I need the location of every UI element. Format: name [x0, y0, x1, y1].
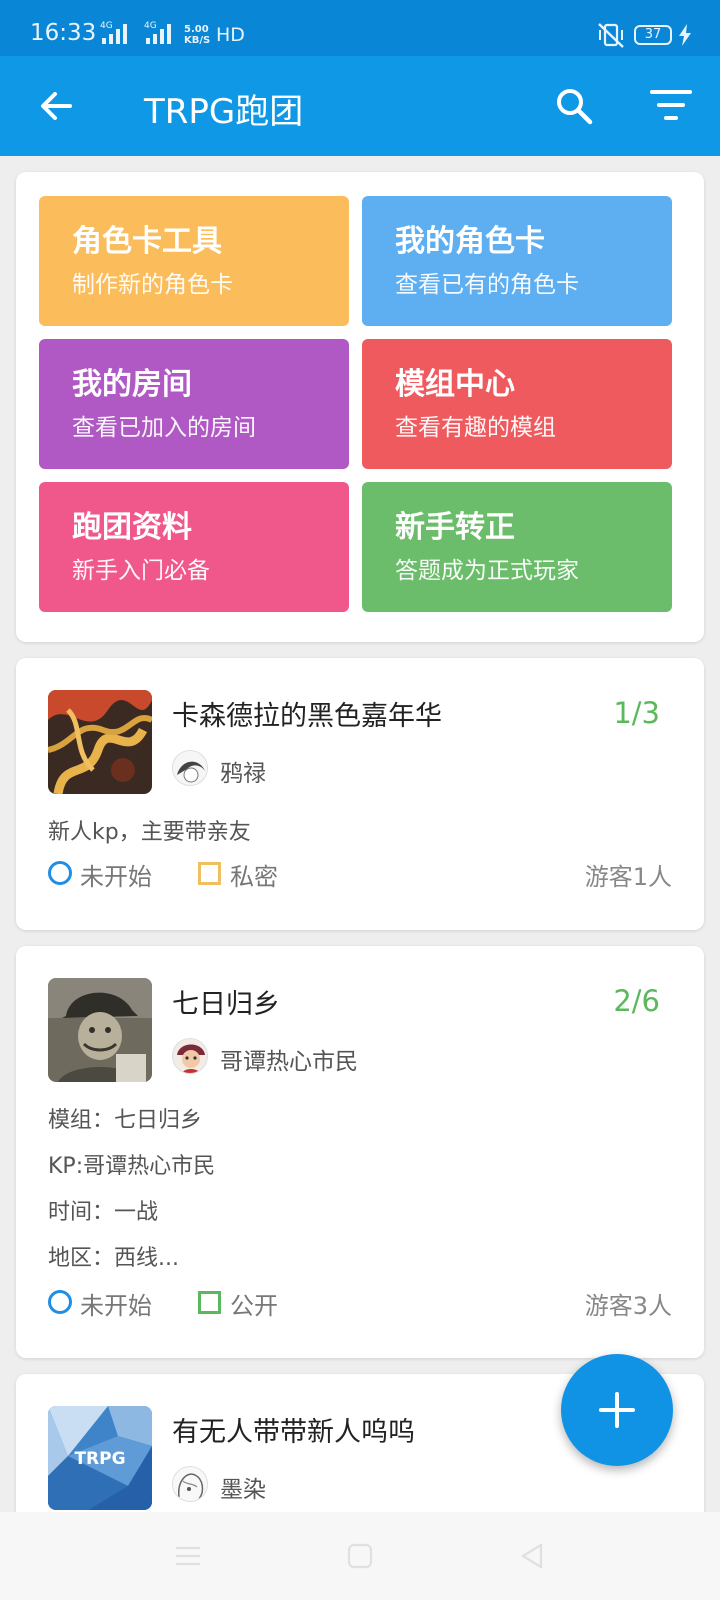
tile-title: 我的房间: [72, 367, 192, 402]
room-cover-image: [48, 690, 152, 794]
room-card-2[interactable]: 七日归乡 2/6 哥谭热心市民 模组：七日归乡 KP:哥谭热心市民 时间：一战 …: [16, 946, 704, 1358]
room-description-line: KP:哥谭热心市民: [48, 1154, 216, 1179]
status-bar: 16:33 4G 4G 5.00 KB/S HD 37: [0, 0, 720, 56]
avatar: [172, 1038, 208, 1074]
system-nav-bar: [0, 1512, 720, 1600]
host-name: 鸦禄: [220, 761, 266, 787]
host-name: 墨染: [220, 1477, 266, 1503]
signal-1-icon: [102, 24, 127, 44]
menu-icon[interactable]: [172, 1540, 204, 1572]
room-description: 新人kp，主要带亲友: [48, 820, 251, 845]
feature-grid-card: 角色卡工具 制作新的角色卡 我的角色卡 查看已有的角色卡 我的房间 查看已加入的…: [16, 172, 704, 642]
tile-subtitle: 查看已有的角色卡: [395, 272, 579, 298]
tile-title: 我的角色卡: [395, 224, 545, 259]
tile-my-rooms[interactable]: 我的房间 查看已加入的房间: [39, 339, 349, 469]
tile-character-card-tool[interactable]: 角色卡工具 制作新的角色卡: [39, 196, 349, 326]
status-time: 16:33: [30, 20, 97, 46]
charging-icon: [679, 24, 691, 46]
tile-newbie-promotion[interactable]: 新手转正 答题成为正式玩家: [362, 482, 672, 612]
arrow-left-icon[interactable]: [36, 86, 76, 126]
tile-subtitle: 制作新的角色卡: [72, 272, 233, 298]
tile-module-center[interactable]: 模组中心 查看有趣的模组: [362, 339, 672, 469]
signal-2-icon: [146, 24, 171, 44]
home-square-icon[interactable]: [344, 1540, 376, 1572]
room-cover-image: TRPG: [48, 1406, 152, 1510]
room-name: 卡森德拉的黑色嘉年华: [172, 701, 442, 732]
status-circle-icon: [48, 1290, 72, 1314]
room-description-line: 地区：西线...: [48, 1246, 179, 1271]
room-name: 有无人带带新人呜呜: [172, 1417, 415, 1448]
room-player-count: 1/3: [613, 696, 660, 730]
status-circle-icon: [48, 861, 72, 885]
room-card-1[interactable]: 卡森德拉的黑色嘉年华 1/3 鸦禄 新人kp，主要带亲友 未开始 私密 游客1人: [16, 658, 704, 930]
add-room-button[interactable]: [561, 1354, 673, 1466]
guest-count: 游客1人: [584, 863, 672, 891]
tile-trpg-resources[interactable]: 跑团资料 新手入门必备: [39, 482, 349, 612]
tile-title: 模组中心: [395, 367, 515, 402]
filter-icon[interactable]: [650, 88, 692, 124]
room-description-line: 时间：一战: [48, 1200, 159, 1225]
room-name: 七日归乡: [172, 989, 280, 1020]
room-player-count: 2/6: [613, 984, 660, 1018]
tile-my-character-cards[interactable]: 我的角色卡 查看已有的角色卡: [362, 196, 672, 326]
room-status: 未开始: [80, 863, 152, 891]
hd-indicator: HD: [216, 24, 245, 46]
tile-title: 新手转正: [395, 510, 515, 545]
tile-title: 跑团资料: [72, 510, 192, 545]
network-speed: 5.00 KB/S: [184, 24, 211, 46]
plus-icon: [599, 1392, 635, 1428]
tile-subtitle: 查看已加入的房间: [72, 415, 256, 441]
tile-subtitle: 新手入门必备: [72, 558, 210, 584]
room-description-line: 模组：七日归乡: [48, 1108, 203, 1133]
app-bar: TRPG跑团: [0, 56, 720, 156]
room-cover-image: [48, 978, 152, 1082]
private-square-icon: [198, 862, 221, 885]
tile-subtitle: 查看有趣的模组: [395, 415, 556, 441]
avatar: [172, 1466, 208, 1502]
room-visibility: 公开: [230, 1292, 278, 1320]
room-status: 未开始: [80, 1292, 152, 1320]
tile-subtitle: 答题成为正式玩家: [395, 558, 579, 584]
search-icon[interactable]: [554, 86, 594, 126]
page-title: TRPG跑团: [144, 92, 304, 132]
public-square-icon: [198, 1291, 221, 1314]
room-visibility: 私密: [230, 863, 278, 891]
back-triangle-icon[interactable]: [516, 1540, 548, 1572]
battery-indicator: 37: [634, 25, 672, 45]
cover-text: TRPG: [74, 1449, 125, 1469]
vibrate-off-icon: [598, 23, 624, 48]
tile-title: 角色卡工具: [72, 224, 222, 259]
avatar: [172, 750, 208, 786]
guest-count: 游客3人: [584, 1292, 672, 1320]
host-name: 哥谭热心市民: [220, 1049, 358, 1075]
